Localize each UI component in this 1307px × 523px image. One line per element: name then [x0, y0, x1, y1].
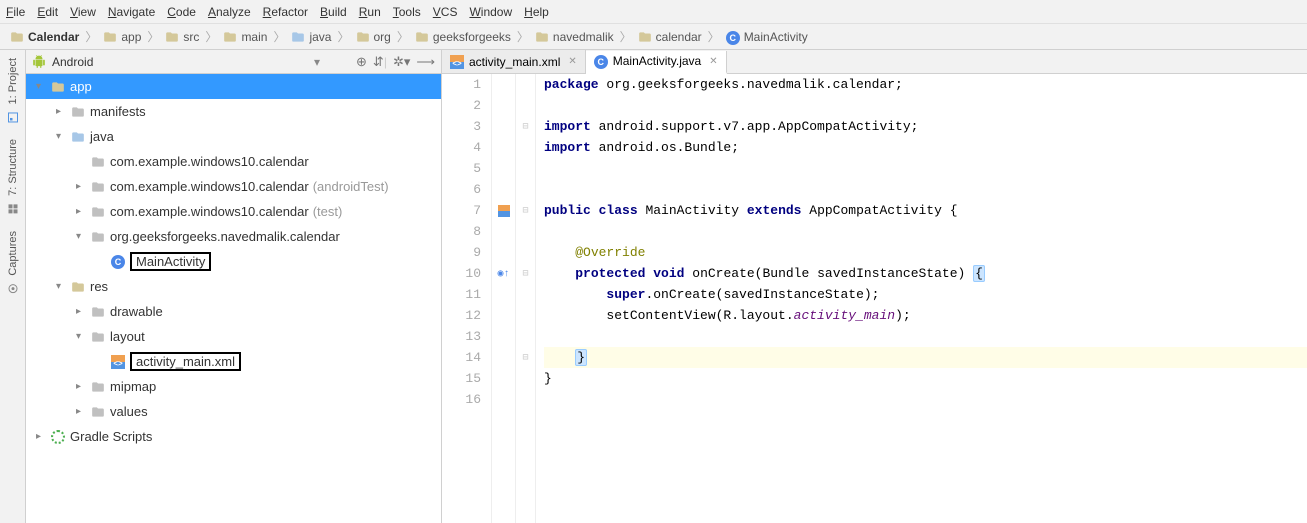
breadcrumb-java[interactable]: java	[287, 30, 335, 44]
rail-captures[interactable]: Captures	[7, 223, 19, 303]
menu-code[interactable]: Code	[167, 5, 196, 19]
svg-text:<>: <>	[113, 359, 123, 368]
breadcrumb-separator: 〉	[708, 28, 720, 45]
menu-help[interactable]: Help	[524, 5, 549, 19]
collapse-icon[interactable]: ⇵	[373, 54, 384, 70]
tree-com-example-windows10-calendar[interactable]: ▸com.example.windows10.calendar(test)	[26, 199, 441, 224]
menu-build[interactable]: Build	[320, 5, 347, 19]
breadcrumb-bar: Calendar〉app〉src〉main〉java〉org〉geeksforg…	[0, 24, 1307, 50]
tree-values[interactable]: ▸values	[26, 399, 441, 424]
menu-file[interactable]: File	[6, 5, 25, 19]
tab-mainactivity-java[interactable]: CMainActivity.java✕	[586, 51, 727, 74]
rail-structure[interactable]: 7: Structure	[7, 131, 19, 223]
breadcrumb-calendar[interactable]: Calendar	[6, 30, 83, 44]
tree-com-example-windows10-calendar[interactable]: com.example.windows10.calendar	[26, 149, 441, 174]
breadcrumb-geeksforgeeks[interactable]: geeksforgeeks	[411, 30, 515, 44]
tab-activity-main-xml[interactable]: <>activity_main.xml✕	[442, 50, 586, 73]
tree-java[interactable]: ▾java	[26, 124, 441, 149]
breadcrumb-navedmalik[interactable]: navedmalik	[531, 30, 618, 44]
project-panel-header: Android ▾ ⊕ ⇵ | ✲▾ ⟶	[26, 50, 441, 74]
tree-layout[interactable]: ▾layout	[26, 324, 441, 349]
tree-gradle-scripts[interactable]: ▸Gradle Scripts	[26, 424, 441, 449]
margin-gutter: ◉↑	[492, 74, 516, 523]
menu-window[interactable]: Window	[469, 5, 512, 19]
breadcrumb-separator: 〉	[337, 28, 349, 45]
menu-vcs[interactable]: VCS	[433, 5, 458, 19]
menu-analyze[interactable]: Analyze	[208, 5, 251, 19]
breadcrumb-src[interactable]: src	[161, 30, 203, 44]
tree-app[interactable]: ▾app	[26, 74, 441, 99]
tree-mainactivity[interactable]: CMainActivity	[26, 249, 441, 274]
breadcrumb-separator: 〉	[85, 28, 97, 45]
breadcrumb-separator: 〉	[517, 28, 529, 45]
target-icon[interactable]: ⊕	[356, 54, 367, 70]
line-gutter: 12345678910111213141516	[442, 74, 492, 523]
tree-mipmap[interactable]: ▸mipmap	[26, 374, 441, 399]
tree-res[interactable]: ▾res	[26, 274, 441, 299]
menu-navigate[interactable]: Navigate	[108, 5, 155, 19]
breadcrumb-org[interactable]: org	[352, 30, 395, 44]
project-tree[interactable]: ▾app▸manifests▾javacom.example.windows10…	[26, 74, 441, 523]
rail-project[interactable]: 1: Project	[7, 50, 19, 131]
fold-gutter[interactable]: ⊟⊟⊟⊟	[516, 74, 536, 523]
breadcrumb-separator: 〉	[620, 28, 632, 45]
menu-edit[interactable]: Edit	[37, 5, 58, 19]
gear-icon[interactable]: ✲▾	[393, 54, 410, 70]
menu-view[interactable]: View	[70, 5, 96, 19]
svg-text:<>: <>	[452, 59, 462, 68]
breadcrumb-main[interactable]: main	[219, 30, 271, 44]
view-mode-combo[interactable]: Android	[52, 55, 314, 69]
breadcrumb-separator: 〉	[205, 28, 217, 45]
breadcrumb-separator: 〉	[273, 28, 285, 45]
left-tool-rail: 1: Project7: StructureCaptures	[0, 50, 26, 523]
tree-org-geeksforgeeks-navedmalik-calendar[interactable]: ▾org.geeksforgeeks.navedmalik.calendar	[26, 224, 441, 249]
breadcrumb-separator: 〉	[397, 28, 409, 45]
main-menubar: File Edit View Navigate Code Analyze Refactor B…	[0, 0, 1307, 24]
tree-com-example-windows10-calendar[interactable]: ▸com.example.windows10.calendar(androidT…	[26, 174, 441, 199]
breadcrumb-mainactivity[interactable]: CMainActivity	[722, 30, 812, 44]
menu-tools[interactable]: Tools	[393, 5, 421, 19]
breadcrumb-separator: 〉	[147, 28, 159, 45]
menu-run[interactable]: Run	[359, 5, 381, 19]
breadcrumb-app[interactable]: app	[99, 30, 145, 44]
editor-area: <>activity_main.xml✕CMainActivity.java✕ …	[442, 50, 1307, 523]
close-icon[interactable]: ✕	[709, 56, 717, 67]
project-tool-panel: Android ▾ ⊕ ⇵ | ✲▾ ⟶ ▾app▸manifests▾java…	[26, 50, 442, 523]
hide-icon[interactable]: ⟶	[416, 54, 435, 70]
menu-refactor[interactable]: Refactor	[263, 5, 308, 19]
code-editor[interactable]: 12345678910111213141516 ◉↑ ⊟⊟⊟⊟ package …	[442, 74, 1307, 523]
android-icon	[32, 55, 46, 69]
tree-drawable[interactable]: ▸drawable	[26, 299, 441, 324]
tree-manifests[interactable]: ▸manifests	[26, 99, 441, 124]
close-icon[interactable]: ✕	[568, 56, 576, 67]
breadcrumb-calendar[interactable]: calendar	[634, 30, 706, 44]
tree-activity-main-xml[interactable]: <>activity_main.xml	[26, 349, 441, 374]
code-area[interactable]: package org.geeksforgeeks.navedmalik.cal…	[536, 74, 1307, 523]
editor-tabs: <>activity_main.xml✕CMainActivity.java✕	[442, 50, 1307, 74]
